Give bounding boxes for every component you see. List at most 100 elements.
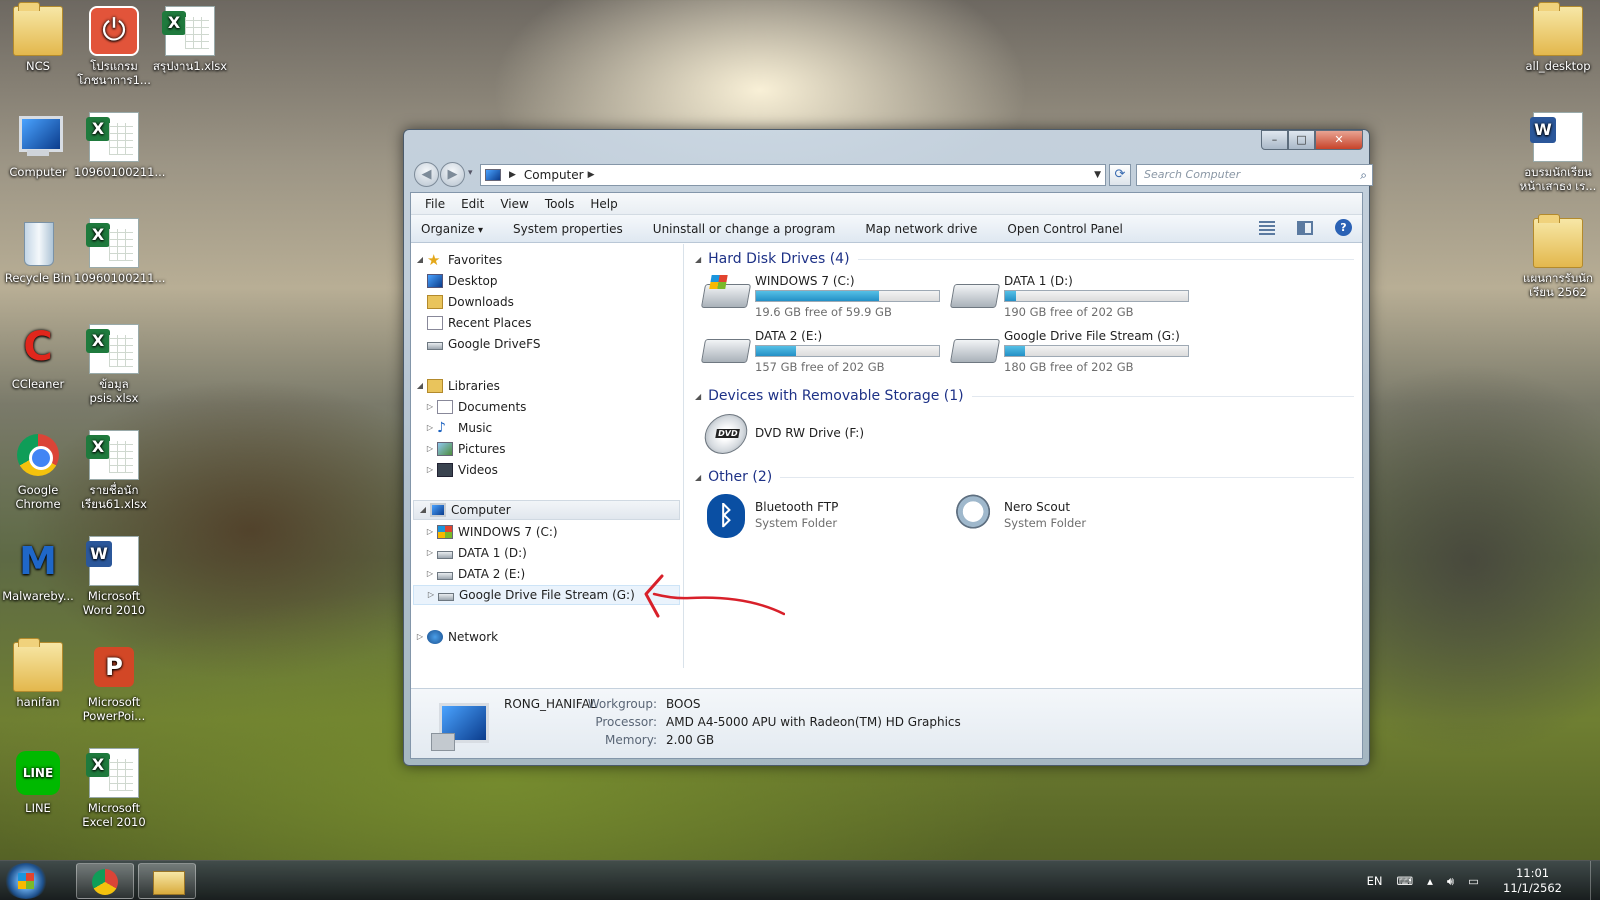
- desktop-icon-word-2010[interactable]: Microsoft Word 2010: [74, 536, 154, 617]
- uninstall-program-button[interactable]: Uninstall or change a program: [653, 222, 836, 236]
- breadcrumb-computer[interactable]: Computer: [524, 168, 584, 182]
- system-properties-button[interactable]: System properties: [513, 222, 623, 236]
- desktop-icon-excel-2010[interactable]: Microsoft Excel 2010: [74, 748, 154, 829]
- show-hidden-icons-icon[interactable]: ▴: [1427, 874, 1433, 888]
- expand-arrow-icon[interactable]: ◢: [415, 250, 425, 270]
- nav-pictures[interactable]: ▷ Pictures: [425, 439, 506, 459]
- drive-name: DVD RW Drive (F:): [755, 426, 865, 440]
- show-desktop-button[interactable]: [1590, 861, 1600, 900]
- desktop-icon-computer[interactable]: Computer: [0, 112, 78, 179]
- collapse-arrow-icon[interactable]: ▷: [425, 564, 435, 584]
- nav-desktop[interactable]: Desktop: [427, 271, 498, 291]
- menu-edit[interactable]: Edit: [453, 197, 492, 211]
- nav-network[interactable]: ▷ Network: [415, 627, 498, 647]
- nav-documents[interactable]: ▷ Documents: [425, 397, 526, 417]
- address-bar[interactable]: ▶ Computer ▶ ▼: [480, 164, 1106, 186]
- nav-recent-places[interactable]: Recent Places: [427, 313, 531, 333]
- desktop-icon-nutrition-program[interactable]: โปรแกรม โภชนาการ1...: [74, 6, 154, 87]
- collapse-arrow-icon[interactable]: ▷: [425, 439, 435, 459]
- expand-arrow-icon[interactable]: ◢: [415, 376, 425, 396]
- maximize-button[interactable]: □: [1288, 130, 1315, 150]
- desktop-icon-student-list-xlsx[interactable]: รายชื่อนัก เรียน61.xlsx: [74, 430, 154, 511]
- back-button[interactable]: ◀: [414, 162, 439, 187]
- group-header-removable-storage[interactable]: ◢ Devices with Removable Storage (1): [695, 386, 1354, 406]
- change-view-icon[interactable]: [1259, 220, 1275, 235]
- nero-scout-tile[interactable]: Nero Scout System Folder: [950, 492, 1190, 540]
- help-icon[interactable]: ?: [1335, 219, 1352, 236]
- collapse-group-icon[interactable]: ◢: [695, 473, 701, 482]
- desktop-icon-ccleaner[interactable]: CCleaner: [0, 324, 78, 391]
- organize-button[interactable]: Organize: [421, 222, 483, 236]
- language-indicator[interactable]: EN: [1367, 874, 1383, 888]
- menu-tools[interactable]: Tools: [537, 197, 583, 211]
- dvd-drive-tile[interactable]: DVD RW Drive (F:): [701, 410, 941, 458]
- collapse-arrow-icon[interactable]: ▷: [425, 418, 435, 438]
- collapse-arrow-icon[interactable]: ▷: [425, 397, 435, 417]
- nav-google-drivefs[interactable]: Google DriveFS: [427, 334, 540, 354]
- desktop-icon-hanifan[interactable]: hanifan: [0, 638, 78, 709]
- nav-favorites[interactable]: ◢ ★ Favorites: [415, 250, 502, 270]
- desktop-icon-xlsx-1[interactable]: 10960100211...: [74, 112, 165, 179]
- keyboard-icon[interactable]: ⌨: [1397, 874, 1414, 888]
- drive-tile[interactable]: DATA 2 (E:) 157 GB free of 202 GB: [700, 329, 941, 377]
- desktop-icon-malwarebytes[interactable]: Malwareby...: [0, 536, 78, 603]
- menu-help[interactable]: Help: [582, 197, 625, 211]
- desktop-icon-line[interactable]: LINE: [0, 748, 78, 815]
- recent-pages-chevron-icon[interactable]: ▾: [468, 168, 473, 178]
- desktop-icon-xlsx-2[interactable]: 10960100211...: [74, 218, 165, 285]
- expand-arrow-icon[interactable]: ◢: [418, 500, 428, 520]
- nav-videos[interactable]: ▷ Videos: [425, 460, 498, 480]
- collapse-arrow-icon[interactable]: ▷: [415, 627, 425, 647]
- nav-drive-c[interactable]: ▷ WINDOWS 7 (C:): [425, 522, 558, 542]
- desktop-icon-summary-xlsx[interactable]: สรุปงาน1.xlsx: [150, 6, 230, 73]
- map-network-drive-button[interactable]: Map network drive: [865, 222, 977, 236]
- nav-drive-e[interactable]: ▷ DATA 2 (E:): [425, 564, 525, 584]
- desktop-icon-ncs[interactable]: NCS: [0, 2, 78, 73]
- desktop-icon-all-desktop[interactable]: all_desktop: [1518, 2, 1598, 73]
- network-status-icon[interactable]: ▭: [1468, 874, 1479, 888]
- open-control-panel-button[interactable]: Open Control Panel: [1007, 222, 1122, 236]
- desktop-icon-psis-xlsx[interactable]: ข้อมูล psis.xlsx: [74, 324, 154, 405]
- desktop-icon-admission-plan[interactable]: แผนการรับนัก เรียน 2562: [1518, 214, 1598, 299]
- collapse-arrow-icon[interactable]: ▷: [426, 585, 436, 605]
- breadcrumb-chevron-icon[interactable]: ▶: [509, 170, 516, 180]
- nav-computer[interactable]: ◢ Computer: [413, 500, 680, 520]
- menu-view[interactable]: View: [492, 197, 536, 211]
- collapse-group-icon[interactable]: ◢: [695, 255, 701, 264]
- bluetooth-ftp-tile[interactable]: ᛒ Bluetooth FTP System Folder: [701, 492, 941, 540]
- collapse-group-icon[interactable]: ◢: [695, 392, 701, 401]
- drive-tile[interactable]: DATA 1 (D:) 190 GB free of 202 GB: [949, 274, 1190, 322]
- nav-downloads[interactable]: Downloads: [427, 292, 514, 312]
- clock[interactable]: 11:01 11/1/2562: [1503, 866, 1562, 896]
- nav-music[interactable]: ▷ ♪ Music: [425, 418, 492, 438]
- music-icon: ♪: [437, 420, 446, 436]
- drive-tile[interactable]: Google Drive File Stream (G:) 180 GB fre…: [949, 329, 1190, 377]
- desktop-icon-powerpoint[interactable]: Microsoft PowerPoi...: [74, 642, 154, 723]
- menu-file[interactable]: File: [417, 197, 453, 211]
- minimize-button[interactable]: –: [1261, 130, 1288, 150]
- volume-icon[interactable]: 🔊︎: [1447, 874, 1454, 889]
- collapse-arrow-icon[interactable]: ▷: [425, 460, 435, 480]
- taskbar-chrome-button[interactable]: [76, 863, 134, 899]
- nav-drive-d[interactable]: ▷ DATA 1 (D:): [425, 543, 527, 563]
- address-dropdown-icon[interactable]: ▼: [1094, 170, 1101, 180]
- refresh-button[interactable]: ⟳: [1109, 164, 1131, 186]
- preview-pane-icon[interactable]: [1297, 220, 1313, 235]
- desktop-icon-recycle-bin[interactable]: Recycle Bin: [0, 218, 78, 285]
- search-input[interactable]: Search Computer ⌕: [1136, 164, 1373, 186]
- nav-libraries[interactable]: ◢ Libraries: [415, 376, 500, 396]
- collapse-arrow-icon[interactable]: ▷: [425, 543, 435, 563]
- forward-button[interactable]: ▶: [440, 162, 465, 187]
- drive-tile[interactable]: WINDOWS 7 (C:) 19.6 GB free of 59.9 GB: [700, 274, 941, 322]
- close-button[interactable]: ✕: [1315, 130, 1363, 150]
- breadcrumb-chevron-icon[interactable]: ▶: [588, 170, 595, 180]
- collapse-arrow-icon[interactable]: ▷: [425, 522, 435, 542]
- nav-label: Google Drive File Stream (G:): [459, 588, 635, 602]
- group-header-hard-disk-drives[interactable]: ◢ Hard Disk Drives (4): [695, 249, 1354, 269]
- desktop-icon-flag-training-doc[interactable]: อบรมนักเรียน หน้าเสาธง เร...: [1518, 112, 1598, 193]
- desktop-icon-google-chrome[interactable]: Google Chrome: [0, 430, 78, 511]
- search-icon[interactable]: ⌕: [1360, 165, 1367, 185]
- taskbar-explorer-button[interactable]: [138, 863, 196, 899]
- group-header-other[interactable]: ◢ Other (2): [695, 467, 1354, 487]
- start-button[interactable]: [4, 863, 48, 899]
